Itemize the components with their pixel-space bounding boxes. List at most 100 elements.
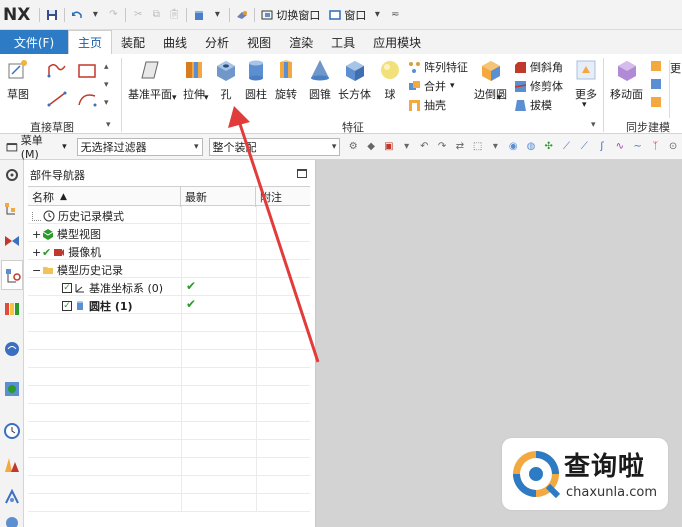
menu-button[interactable]: 菜单(M) ▾: [6, 132, 67, 161]
tree-row-datum-csys[interactable]: ✓ 基准坐标系 (0) ✔: [28, 278, 310, 296]
rectangle-icon[interactable]: [76, 62, 98, 80]
roles-icon[interactable]: [3, 514, 21, 527]
chamfer-button[interactable]: 倒斜角: [514, 59, 563, 75]
filter-tool-icon[interactable]: ◍: [524, 140, 538, 154]
assembly-navigator-icon[interactable]: [3, 200, 21, 218]
move-face-button[interactable]: 移动面: [610, 58, 643, 102]
group-dropdown-icon[interactable]: ▾: [591, 120, 596, 130]
sketch-button[interactable]: 草图: [6, 58, 30, 102]
history-palette-icon[interactable]: [3, 380, 21, 398]
filter-tool-icon[interactable]: ↷: [435, 140, 449, 154]
pattern-feature-button[interactable]: 阵列特征: [408, 59, 468, 75]
profile-icon[interactable]: [46, 62, 68, 80]
cut-icon[interactable]: ✂: [131, 8, 145, 22]
dropdown-arrow-icon[interactable]: ▾: [204, 93, 209, 103]
snap-point-icon[interactable]: ✣: [542, 140, 556, 154]
web-browser-icon[interactable]: [3, 340, 21, 358]
tab-tools[interactable]: 工具: [322, 30, 364, 54]
cone-button[interactable]: 圆锥: [308, 58, 332, 102]
dropdown-arrow-icon[interactable]: ▾: [497, 93, 502, 103]
dropdown-arrow-icon[interactable]: ▾: [370, 8, 384, 22]
expand-icon[interactable]: +: [32, 228, 42, 241]
dropdown-arrow-icon[interactable]: ▾: [88, 8, 102, 22]
extrude-button[interactable]: 拉伸: [182, 58, 206, 102]
sync-tool-icon[interactable]: [650, 60, 662, 72]
filter-tool-icon[interactable]: ⚙: [346, 140, 360, 154]
shell-button[interactable]: 抽壳: [408, 97, 446, 113]
save-icon[interactable]: [45, 8, 59, 22]
tab-application[interactable]: 应用模块: [364, 30, 430, 54]
tab-view[interactable]: 视图: [238, 30, 280, 54]
column-name[interactable]: 名称 ▲: [28, 187, 181, 207]
edge-blend-button[interactable]: 边倒圆: [474, 58, 507, 102]
tree-row-model-views[interactable]: + 模型视图: [28, 224, 310, 242]
sphere-button[interactable]: 球: [378, 58, 402, 102]
tree-row-cameras[interactable]: + ✔ 摄像机: [28, 242, 310, 260]
block-button[interactable]: 长方体: [338, 58, 371, 102]
sync-tool-icon[interactable]: [650, 96, 662, 108]
snap-line-icon[interactable]: ⟋: [560, 140, 574, 154]
process-studio-icon[interactable]: [3, 488, 21, 506]
arc-icon[interactable]: [76, 90, 98, 108]
switch-window-icon[interactable]: [260, 8, 274, 22]
draft-button[interactable]: 拔模: [514, 97, 552, 113]
copy-icon[interactable]: ⧉: [149, 8, 163, 22]
expand-icon[interactable]: +: [32, 246, 42, 259]
line-icon[interactable]: [46, 90, 68, 108]
scope-filter-select[interactable]: 整个装配 ▾: [208, 137, 341, 156]
hole-button[interactable]: 孔: [214, 58, 238, 102]
part-navigator-tab[interactable]: [1, 260, 23, 290]
more-button[interactable]: 更多: [574, 58, 598, 102]
dropdown-arrow-icon[interactable]: ▾: [172, 93, 177, 103]
window-icon[interactable]: [328, 8, 342, 22]
tab-render[interactable]: 渲染: [280, 30, 322, 54]
constraint-navigator-icon[interactable]: [3, 232, 21, 250]
tab-curve[interactable]: 曲线: [154, 30, 196, 54]
dropdown-arrow-icon[interactable]: ▾: [400, 140, 414, 154]
switch-window-button[interactable]: 切换窗口: [276, 7, 320, 23]
group-dropdown-icon[interactable]: ▾: [106, 120, 111, 130]
unite-button[interactable]: 合并 ▾: [408, 78, 455, 94]
redo-icon[interactable]: ↷: [106, 8, 120, 22]
visibility-checkbox[interactable]: ✓: [62, 283, 72, 293]
snap-center-icon[interactable]: ⊙: [666, 140, 680, 154]
ribbon-overflow[interactable]: 更: [669, 60, 681, 118]
snap-intersect-icon[interactable]: ᛉ: [648, 140, 662, 154]
scroll-up-icon[interactable]: ▴: [104, 62, 109, 72]
tab-home[interactable]: 主页: [68, 30, 113, 54]
tab-assembly[interactable]: 装配: [112, 30, 154, 54]
type-filter-select[interactable]: 无选择过滤器 ▾: [76, 137, 203, 156]
tree-row-cylinder[interactable]: ✓ 圆柱 (1) ✔: [28, 296, 310, 314]
revolve-button[interactable]: 旋转: [274, 58, 298, 102]
snap-spline-icon[interactable]: ∼: [631, 140, 645, 154]
tab-file[interactable]: 文件(F): [0, 30, 68, 54]
snap-tangent-icon[interactable]: ∿: [613, 140, 627, 154]
system-materials-icon[interactable]: [3, 456, 21, 474]
filter-tool-icon[interactable]: ⇄: [453, 140, 467, 154]
dropdown-arrow-icon[interactable]: ▾: [450, 81, 455, 91]
customize-quick-access-icon[interactable]: ≂: [388, 8, 402, 22]
cylinder-button[interactable]: 圆柱: [244, 58, 268, 102]
paste-icon[interactable]: 📋︎: [167, 8, 181, 22]
snap-curve-icon[interactable]: ʃ: [595, 140, 609, 154]
tree-row-history-mode[interactable]: 历史记录模式: [28, 206, 310, 224]
filter-tool-icon[interactable]: ◆: [364, 140, 378, 154]
sync-tool-icon[interactable]: [650, 78, 662, 90]
tab-analysis[interactable]: 分析: [196, 30, 238, 54]
filter-tool-icon[interactable]: ↶: [417, 140, 431, 154]
snap-line-icon[interactable]: ⟋: [577, 140, 591, 154]
column-notes[interactable]: 附注: [256, 187, 310, 207]
visibility-checkbox[interactable]: ✓: [62, 301, 72, 311]
trim-body-button[interactable]: 修剪体: [514, 78, 563, 94]
command-finder-icon[interactable]: [235, 8, 249, 22]
dropdown-arrow-icon[interactable]: ▾: [489, 140, 503, 154]
settings-gear-icon[interactable]: [3, 166, 21, 184]
select-color-icon[interactable]: ▣: [382, 140, 396, 154]
gallery-more-icon[interactable]: ▾: [104, 98, 109, 108]
part-icon[interactable]: [192, 8, 206, 22]
column-latest[interactable]: 最新: [181, 187, 256, 207]
collapse-icon[interactable]: −: [32, 264, 42, 277]
tree-row-model-history[interactable]: − 模型历史记录: [28, 260, 310, 278]
dropdown-arrow-icon[interactable]: ▾: [582, 100, 587, 110]
scroll-down-icon[interactable]: ▾: [104, 80, 109, 90]
